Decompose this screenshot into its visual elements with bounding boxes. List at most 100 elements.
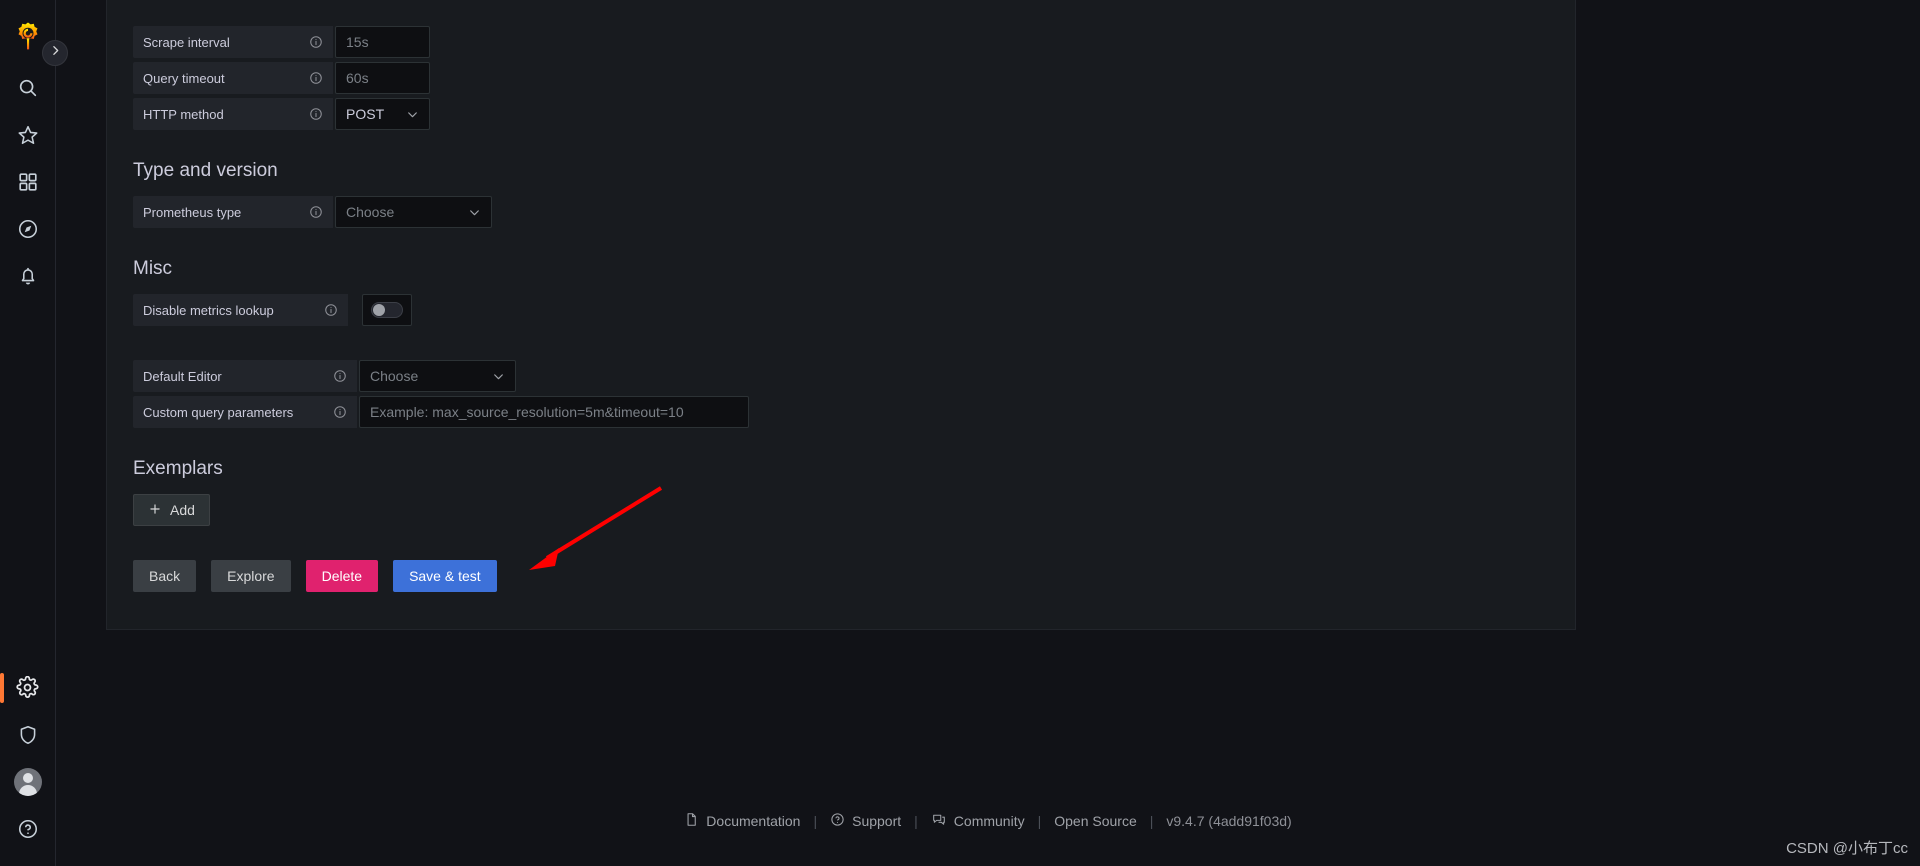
- document-icon: [684, 812, 699, 830]
- field-row-query-timeout: Query timeout 60s: [133, 62, 1575, 94]
- watermark-text: CSDN @小布丁cc: [1786, 840, 1908, 857]
- info-icon[interactable]: [324, 303, 338, 317]
- default-editor-select[interactable]: Choose: [359, 360, 516, 392]
- sidebar-item-explore[interactable]: [0, 205, 56, 252]
- label-text: Scrape interval: [143, 34, 230, 50]
- label-text: HTTP method: [143, 106, 224, 122]
- query-timeout-label: Query timeout: [133, 62, 333, 94]
- grafana-app: Scrape interval 15s Query timeout 60s HT…: [0, 0, 1920, 866]
- comments-icon: [931, 812, 947, 830]
- default-editor-label: Default Editor: [133, 360, 357, 392]
- footer-link-open-source[interactable]: Open Source: [1054, 813, 1137, 829]
- exemplars-heading: Exemplars: [133, 458, 223, 479]
- field-row-custom-query-parameters: Custom query parameters Example: max_sou…: [133, 396, 1575, 428]
- add-exemplar-button[interactable]: Add: [133, 494, 210, 526]
- settings-form: Scrape interval 15s Query timeout 60s HT…: [107, 26, 1575, 592]
- save-and-test-button[interactable]: Save & test: [393, 560, 497, 592]
- question-circle-icon: [17, 818, 39, 840]
- info-icon[interactable]: [333, 369, 347, 383]
- label-text: Default Editor: [143, 368, 222, 384]
- scrape-interval-input[interactable]: 15s: [335, 26, 430, 58]
- label-text: Disable metrics lookup: [143, 302, 274, 318]
- misc-heading: Misc: [133, 258, 173, 279]
- chevron-down-icon: [468, 206, 481, 219]
- sidebar-item-dashboards[interactable]: [0, 158, 56, 205]
- page-footer: Documentation | Support | Community | Op…: [56, 776, 1920, 866]
- chevron-down-icon: [492, 370, 505, 383]
- bell-icon: [17, 265, 39, 287]
- info-icon[interactable]: [309, 107, 323, 121]
- field-row-default-editor: Default Editor Choose: [133, 360, 1575, 392]
- form-actions: Back Explore Delete Save & test: [133, 560, 1575, 592]
- disable-metrics-lookup-toggle[interactable]: [362, 294, 412, 326]
- label-text: Prometheus type: [143, 204, 242, 220]
- apps-grid-icon: [17, 171, 39, 193]
- search-icon: [17, 77, 39, 99]
- footer-link-community[interactable]: Community: [931, 812, 1025, 830]
- sidebar-item-starred[interactable]: [0, 111, 56, 158]
- expand-sidebar-button[interactable]: [42, 40, 68, 66]
- field-row-http-method: HTTP method POST: [133, 98, 1575, 130]
- input-value: 15s: [346, 34, 369, 50]
- main-navigation-sidebar: [0, 0, 68, 866]
- field-row-scrape-interval: Scrape interval 15s: [133, 26, 1575, 58]
- chevron-right-icon: [49, 44, 62, 62]
- sidebar-item-alerting[interactable]: [0, 252, 56, 299]
- query-timeout-input[interactable]: 60s: [335, 62, 430, 94]
- link-label: Open Source: [1054, 813, 1137, 829]
- prometheus-type-select[interactable]: Choose: [335, 196, 492, 228]
- input-value: Example: max_source_resolution=5m&timeou…: [370, 404, 684, 420]
- info-icon[interactable]: [333, 405, 347, 419]
- label-text: Custom query parameters: [143, 404, 294, 420]
- footer-link-support[interactable]: Support: [830, 812, 901, 830]
- prometheus-type-label: Prometheus type: [133, 196, 333, 228]
- custom-query-parameters-input[interactable]: Example: max_source_resolution=5m&timeou…: [359, 396, 749, 428]
- http-method-select[interactable]: POST: [335, 98, 430, 130]
- footer-version: v9.4.7 (4add91f03d): [1166, 813, 1292, 829]
- footer-separator: |: [1149, 813, 1154, 829]
- field-row-prometheus-type: Prometheus type Choose: [133, 196, 1575, 228]
- disable-metrics-lookup-label: Disable metrics lookup: [133, 294, 348, 326]
- sidebar-item-help[interactable]: [0, 805, 56, 852]
- link-label: Community: [953, 813, 1025, 829]
- shield-icon: [17, 724, 39, 746]
- sidebar-item-search[interactable]: [0, 64, 56, 111]
- star-icon: [17, 124, 39, 146]
- sidebar-item-configuration[interactable]: [0, 664, 56, 711]
- custom-query-parameters-label: Custom query parameters: [133, 396, 357, 428]
- back-button[interactable]: Back: [133, 560, 197, 592]
- info-icon[interactable]: [309, 205, 323, 219]
- scrape-interval-label: Scrape interval: [133, 26, 333, 58]
- main-content: Scrape interval 15s Query timeout 60s HT…: [56, 0, 1920, 866]
- field-row-disable-metrics-lookup: Disable metrics lookup: [133, 294, 1575, 326]
- toggle-track: [371, 302, 403, 318]
- avatar-icon: [13, 767, 42, 796]
- explore-button[interactable]: Explore: [211, 560, 291, 592]
- plus-icon: [148, 502, 162, 519]
- select-value: Choose: [346, 204, 395, 220]
- toggle-knob: [373, 304, 385, 316]
- link-label: Documentation: [706, 813, 801, 829]
- sidebar-item-server-admin[interactable]: [0, 711, 56, 758]
- question-circle-icon: [830, 812, 845, 830]
- footer-separator: |: [813, 813, 818, 829]
- chevron-down-icon: [406, 108, 419, 121]
- add-button-label: Add: [170, 502, 195, 518]
- footer-link-documentation[interactable]: Documentation: [684, 812, 800, 830]
- link-label: Support: [852, 813, 902, 829]
- gear-icon: [16, 676, 39, 699]
- delete-button[interactable]: Delete: [305, 560, 379, 592]
- select-value: POST: [346, 106, 385, 122]
- type-and-version-heading: Type and version: [133, 160, 278, 181]
- http-method-label: HTTP method: [133, 98, 333, 130]
- sidebar-bottom-group: [0, 664, 55, 866]
- label-text: Query timeout: [143, 70, 225, 86]
- footer-separator: |: [914, 813, 918, 829]
- info-icon[interactable]: [309, 35, 323, 49]
- datasource-settings-panel: Scrape interval 15s Query timeout 60s HT…: [106, 0, 1576, 630]
- sidebar-item-user-profile[interactable]: [0, 758, 56, 805]
- input-value: 60s: [346, 70, 369, 86]
- footer-separator: |: [1037, 813, 1042, 829]
- select-value: Choose: [370, 368, 419, 384]
- info-icon[interactable]: [309, 71, 323, 85]
